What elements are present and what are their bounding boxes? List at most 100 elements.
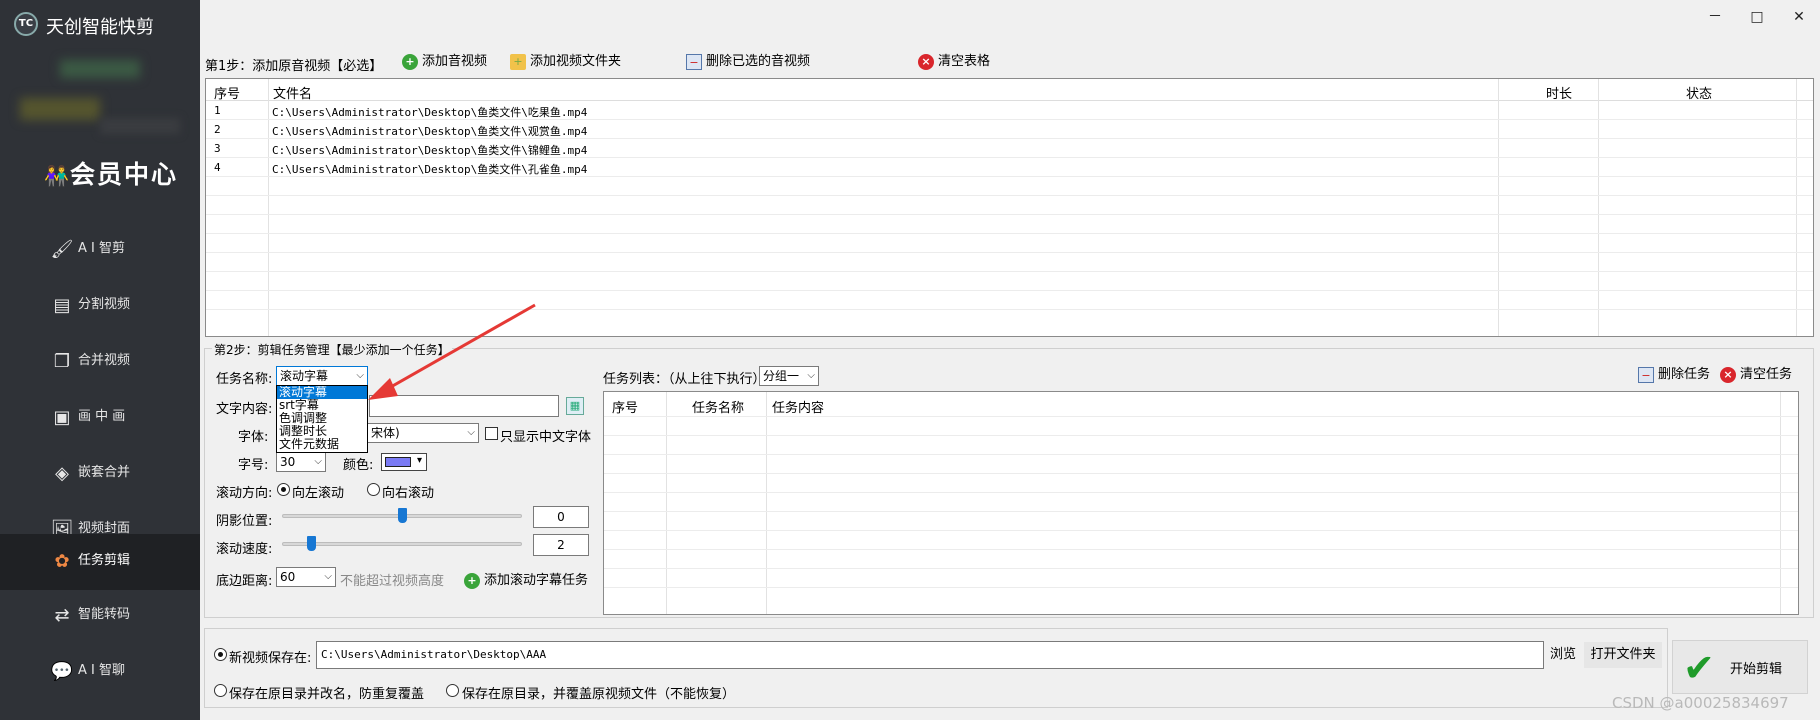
merge-video-icon: ❐ (53, 351, 71, 372)
cell-file: C:\Users\Administrator\Desktop\鱼类文件\孔雀鱼.… (272, 163, 588, 176)
cell-index: 4 (214, 161, 221, 174)
speed-slider-track[interactable] (282, 542, 522, 546)
file-table[interactable]: 序号 文件名 时长 状态 1 C:\Users\Administrator\Des… (205, 78, 1814, 337)
new-save-radio[interactable] (214, 648, 227, 661)
blurred-user-info (100, 118, 180, 134)
sidebar-item-label: 分割视频 (78, 297, 131, 312)
add-media-button[interactable]: + 添加音视频 (400, 51, 487, 73)
sidebar-item-label: 智能转码 (78, 607, 131, 622)
add-folder-label: 添加视频文件夹 (530, 54, 622, 69)
scroll-left-label: 向左滚动 (292, 486, 345, 501)
save-rename-radio[interactable] (214, 684, 227, 697)
clear-x-icon: × (918, 54, 934, 70)
clear-table-button[interactable]: × 清空表格 (916, 51, 990, 73)
row-divider (604, 568, 1798, 569)
save-overwrite-radio[interactable] (446, 684, 459, 697)
new-save-label: 新视频保存在: (229, 651, 312, 666)
app-window: TC 天创智能快剪 👫会员中心 🖌 A I 智剪 ▤ 分割视频 ❐ 合并视频 ▣ 画 中… (0, 0, 1820, 720)
scroll-left-radio[interactable] (277, 483, 290, 496)
font-select[interactable]: 宋体) ⌵ (367, 423, 479, 443)
plus-icon: + (402, 54, 418, 70)
row-divider (604, 549, 1798, 550)
delete-selected-button[interactable]: − 删除已选的音视频 (684, 51, 810, 73)
add-media-label: 添加音视频 (422, 54, 488, 69)
column-divider (766, 392, 767, 614)
row-divider (206, 214, 1813, 215)
clear-tasks-button[interactable]: × 清空任务 (1718, 364, 1792, 386)
font-size-label: 字号: (238, 458, 269, 473)
sidebar-item-label: A I 智剪 (78, 241, 125, 256)
sidebar-item-ai-cut[interactable]: 🖌 A I 智剪 (0, 224, 200, 276)
row-divider (206, 252, 1813, 253)
group-select[interactable]: 分组一 ⌵ (759, 366, 819, 386)
speed-value-input[interactable]: 2 (533, 534, 589, 556)
scroll-right-radio[interactable] (367, 483, 380, 496)
sidebar-item-smart-transcode[interactable]: ⇄ 智能转码 (0, 590, 200, 642)
start-edit-button[interactable]: ✔ 开始剪辑 (1672, 640, 1808, 694)
sidebar-item-pip[interactable]: ▣ 画 中 画 (0, 392, 200, 444)
table-row[interactable]: 3 C:\Users\Administrator\Desktop\鱼类文件\锦鲤鱼… (206, 139, 1813, 158)
table-row[interactable]: 1 C:\Users\Administrator\Desktop\鱼类文件\吃果鱼… (206, 101, 1813, 120)
chevron-down-icon: ⌵ (314, 456, 322, 467)
minimize-button[interactable]: － (1700, 6, 1730, 28)
picture-in-picture-icon: ▣ (53, 407, 71, 428)
only-chinese-fonts-checkbox[interactable] (485, 427, 498, 440)
sidebar-item-ai-chat[interactable]: 💬 A I 智聊 (0, 646, 200, 698)
sidebar-item-task-edit[interactable]: ✿ 任务剪辑 (0, 534, 200, 590)
scroll-speed-label: 滚动速度: (216, 542, 273, 557)
column-divider (1780, 392, 1781, 614)
cell-index: 1 (214, 104, 221, 117)
transcode-icon: ⇄ (54, 605, 70, 626)
open-folder-button[interactable]: 打开文件夹 (1584, 642, 1662, 668)
color-swatch (385, 457, 411, 467)
cell-index: 2 (214, 123, 221, 136)
clear-table-label: 清空表格 (938, 54, 991, 69)
browse-button[interactable]: 浏览 (1548, 642, 1578, 668)
task-name-select[interactable]: 滚动字幕 ⌵ (276, 366, 368, 386)
dropdown-option-adjust-duration[interactable]: 调整时长 (277, 425, 367, 438)
speed-slider-thumb[interactable] (306, 536, 316, 551)
watermark: CSDN @a00025834697 (1612, 694, 1789, 712)
row-divider (604, 473, 1798, 474)
sidebar-item-nested-merge[interactable]: ◈ 嵌套合并 (0, 448, 200, 500)
shadow-value-input[interactable]: 0 (533, 506, 589, 528)
add-scroll-task-button[interactable]: + 添加滚动字幕任务 (462, 570, 588, 592)
sidebar-item-split-video[interactable]: ▤ 分割视频 (0, 280, 200, 332)
task-name-dropdown[interactable]: 滚动字幕 srt字幕 色调调整 调整时长 文件元数据 (276, 385, 368, 453)
bottom-margin-value: 60 (280, 570, 296, 584)
delete-task-button[interactable]: − 删除任务 (1636, 364, 1710, 386)
bottom-margin-hint: 不能超过视频高度 (340, 574, 445, 589)
task-name-value: 滚动字幕 (280, 369, 329, 383)
table-row[interactable]: 4 C:\Users\Administrator\Desktop\鱼类文件\孔雀鱼… (206, 158, 1813, 177)
vip-center-button[interactable]: 👫会员中心 (44, 155, 178, 191)
delete-selected-label: 删除已选的音视频 (706, 54, 811, 69)
annotation-arrow-icon (368, 303, 536, 400)
dropdown-option-scroll-subtitle[interactable]: 滚动字幕 (277, 386, 367, 399)
shadow-slider-thumb[interactable] (398, 508, 407, 523)
dropdown-option-color-adjust[interactable]: 色调调整 (277, 412, 367, 425)
row-divider (604, 511, 1798, 512)
maximize-button[interactable]: □ (1742, 6, 1772, 28)
dropdown-option-srt-subtitle[interactable]: srt字幕 (277, 399, 367, 412)
add-folder-button[interactable]: + 添加视频文件夹 (508, 51, 621, 73)
add-scroll-task-label: 添加滚动字幕任务 (484, 573, 589, 588)
ai-cut-icon: 🖌 (50, 239, 74, 260)
font-size-select[interactable]: 30 ⌵ (276, 452, 326, 472)
row-divider (604, 587, 1798, 588)
checkmark-icon: ✔ (1683, 646, 1715, 690)
sidebar-item-merge-video[interactable]: ❐ 合并视频 (0, 336, 200, 388)
text-content-label: 文字内容: (216, 402, 273, 417)
dropdown-option-file-metadata[interactable]: 文件元数据 (277, 438, 367, 451)
table-row[interactable]: 2 C:\Users\Administrator\Desktop\鱼类文件\观赏鱼… (206, 120, 1813, 139)
close-button[interactable]: ✕ (1784, 6, 1814, 28)
column-header-file: 文件名 (273, 87, 313, 102)
task-name-label: 任务名称: (216, 372, 273, 387)
sidebar-item-label: A I 智聊 (78, 663, 125, 678)
font-label: 字体: (238, 430, 269, 445)
image-pick-icon[interactable]: ▦ (566, 397, 584, 415)
color-picker[interactable]: ▾ (381, 453, 427, 471)
task-table[interactable]: 序号 任务名称 任务内容 (603, 391, 1799, 615)
row-divider (206, 195, 1813, 196)
save-path-input[interactable]: C:\Users\Administrator\Desktop\AAA (316, 641, 1544, 669)
bottom-margin-select[interactable]: 60 ⌵ (276, 567, 336, 587)
